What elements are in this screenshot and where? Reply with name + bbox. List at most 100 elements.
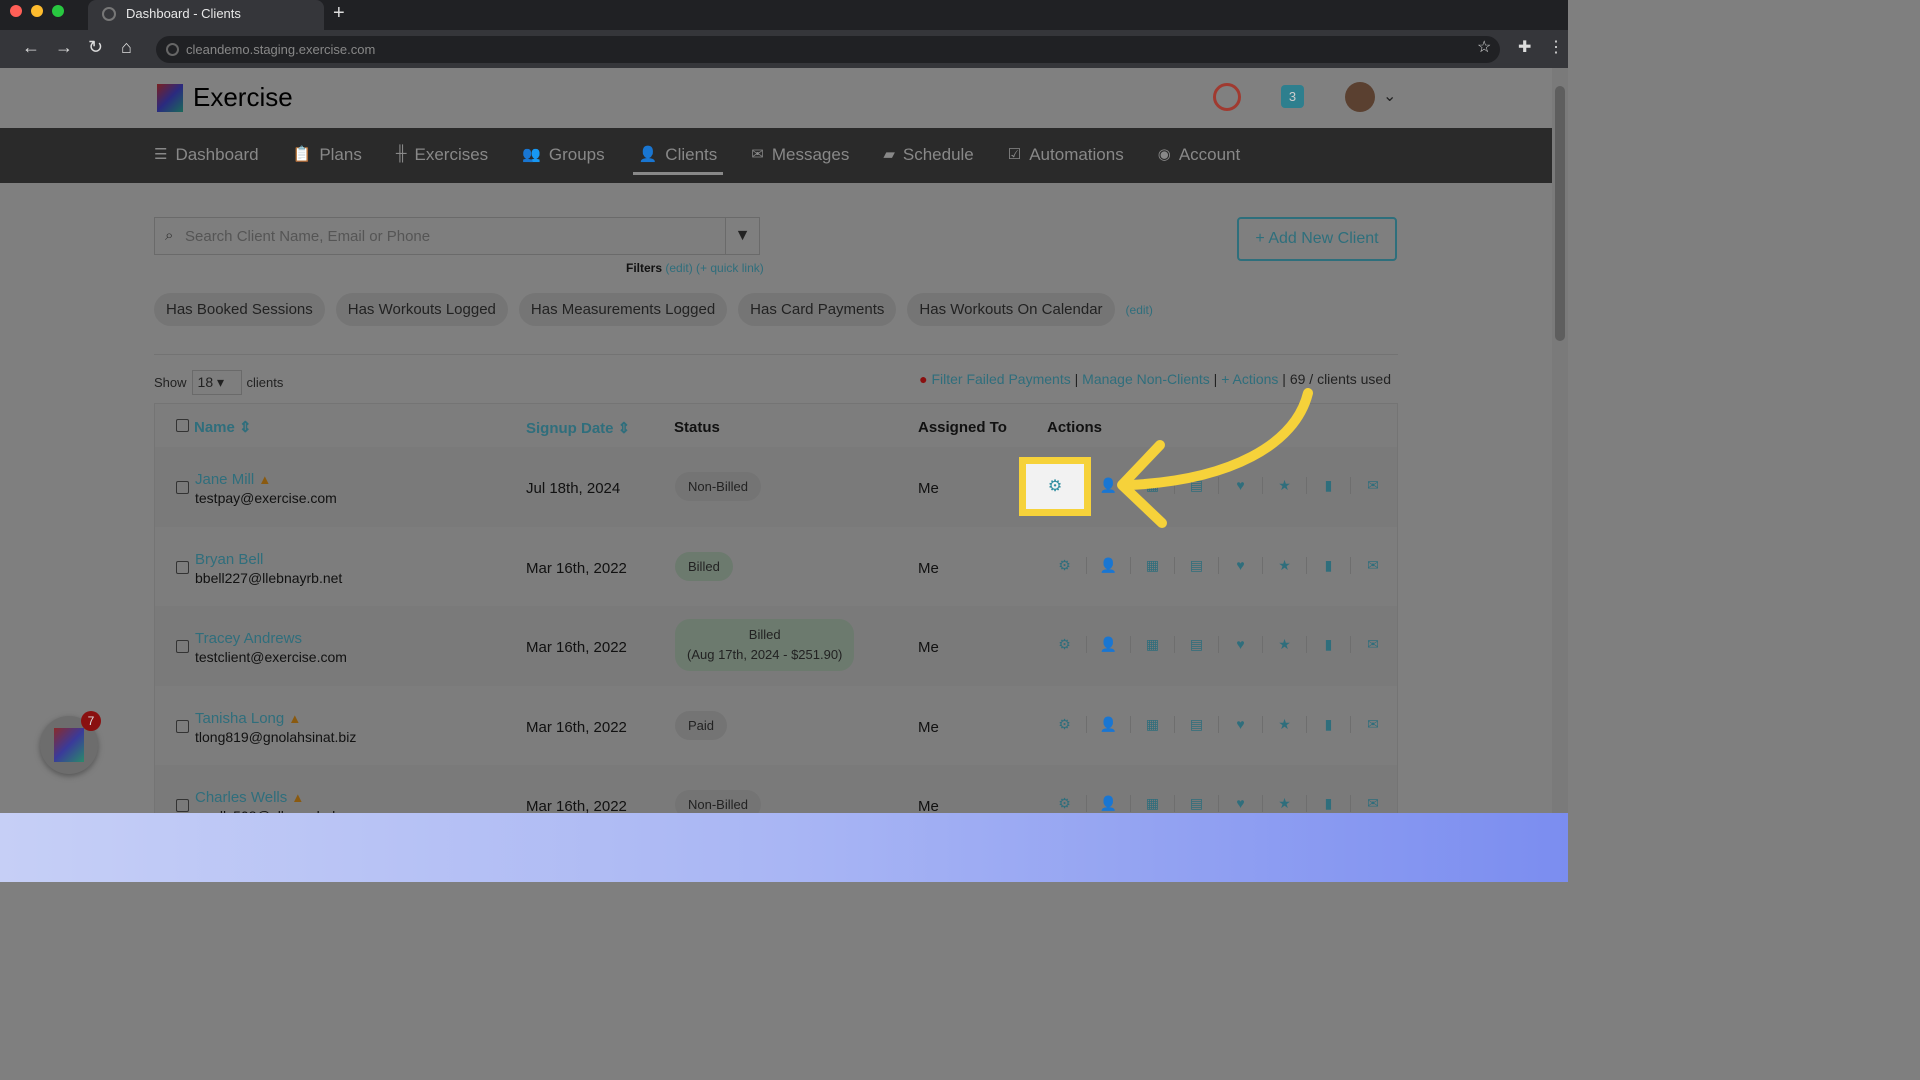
client-name-link[interactable]: Charles Wells bbox=[195, 789, 287, 806]
chevron-down-icon[interactable]: ⌄ bbox=[1383, 86, 1396, 106]
maximize-window-button[interactable] bbox=[52, 5, 64, 17]
client-name-link[interactable]: Bryan Bell bbox=[195, 551, 263, 568]
row-checkbox[interactable] bbox=[176, 560, 189, 574]
star-icon[interactable]: ☆ bbox=[1477, 37, 1491, 57]
client-name-link[interactable]: Tanisha Long bbox=[195, 710, 284, 727]
bar-chart-icon[interactable]: ▮ bbox=[1307, 715, 1351, 733]
heartbeat-icon[interactable]: ♥ bbox=[1219, 636, 1263, 653]
star-icon[interactable]: ★ bbox=[1263, 715, 1307, 733]
reload-icon[interactable]: ↻ bbox=[88, 37, 103, 58]
page-size-select[interactable]: 18 ▾ bbox=[191, 370, 242, 395]
scrollbar[interactable] bbox=[1552, 68, 1568, 813]
filter-chip[interactable]: Has Card Payments bbox=[738, 293, 897, 326]
star-icon[interactable]: ★ bbox=[1263, 636, 1307, 653]
page-size-control: Show 18 ▾ clients bbox=[154, 370, 283, 395]
file-icon[interactable]: ▤ bbox=[1175, 556, 1219, 574]
avatar[interactable] bbox=[1345, 82, 1375, 112]
nav-plans[interactable]: 📋 Plans bbox=[293, 128, 362, 183]
minimize-window-button[interactable] bbox=[31, 5, 43, 17]
row-checkbox[interactable] bbox=[176, 640, 189, 653]
row-actions: ⚙👤▦▤♥★▮✉ bbox=[1043, 715, 1395, 733]
filters-edit-link[interactable]: (edit) bbox=[665, 261, 692, 275]
filter-chip[interactable]: Has Booked Sessions bbox=[154, 293, 325, 326]
file-icon[interactable]: ▤ bbox=[1175, 795, 1219, 812]
calendar-icon[interactable]: ▦ bbox=[1131, 556, 1175, 574]
browser-tab[interactable]: Dashboard - Clients bbox=[88, 0, 324, 30]
heartbeat-icon[interactable]: ♥ bbox=[1219, 715, 1263, 733]
bar-chart-icon[interactable]: ▮ bbox=[1307, 795, 1351, 812]
row-actions: ⚙👤▦▤♥★▮✉ bbox=[1043, 636, 1395, 653]
column-name[interactable]: Name ⇕ bbox=[194, 418, 252, 436]
star-icon[interactable]: ★ bbox=[1263, 556, 1307, 574]
envelope-icon[interactable]: ✉ bbox=[1351, 716, 1395, 733]
heartbeat-icon[interactable]: ♥ bbox=[1219, 556, 1263, 574]
extensions-icon[interactable]: ✚ bbox=[1518, 37, 1531, 57]
nav-schedule[interactable]: ▰ Schedule bbox=[883, 128, 973, 183]
nav-clients[interactable]: 👤 Clients bbox=[632, 128, 724, 175]
envelope-icon[interactable]: ✉ bbox=[1351, 557, 1395, 574]
back-icon[interactable]: ← bbox=[22, 37, 40, 58]
row-checkbox[interactable] bbox=[176, 799, 189, 812]
user-icon[interactable]: 👤 bbox=[1087, 715, 1131, 733]
nav-exercises[interactable]: ╫ Exercises bbox=[396, 128, 488, 183]
show-label: Show bbox=[154, 375, 187, 390]
user-icon[interactable]: 👤 bbox=[1087, 795, 1131, 812]
user-icon[interactable]: 👤 bbox=[1087, 636, 1131, 653]
home-icon[interactable]: ⌂ bbox=[121, 37, 132, 58]
bar-chart-icon[interactable]: ▮ bbox=[1307, 556, 1351, 574]
browser-tab-bar: Dashboard - Clients + bbox=[0, 0, 1568, 30]
filter-icon: ▼ bbox=[734, 227, 751, 244]
close-window-button[interactable] bbox=[10, 5, 22, 17]
notification-badge[interactable]: 3 bbox=[1281, 85, 1304, 108]
gear-icon[interactable]: ⚙ bbox=[1043, 636, 1087, 653]
select-all-checkbox[interactable] bbox=[176, 419, 189, 432]
clock-icon[interactable] bbox=[1213, 83, 1241, 111]
address-bar[interactable]: cleandemo.staging.exercise.com bbox=[156, 36, 1500, 63]
client-name-link[interactable]: Jane Mill bbox=[195, 471, 254, 488]
nav-groups[interactable]: 👥 Groups bbox=[522, 128, 604, 183]
client-name-link[interactable]: Tracey Andrews bbox=[195, 630, 302, 647]
filter-chip[interactable]: Has Workouts On Calendar bbox=[907, 293, 1115, 326]
nav-automations[interactable]: ☑ Automations bbox=[1008, 128, 1124, 183]
gear-icon[interactable]: ⚙ bbox=[1043, 556, 1087, 574]
search-input[interactable]: ⌕ Search Client Name, Email or Phone bbox=[154, 217, 726, 255]
users-icon: 👥 bbox=[522, 146, 541, 163]
envelope-icon[interactable]: ✉ bbox=[1351, 795, 1395, 812]
logo[interactable] bbox=[157, 84, 183, 112]
account-circle-icon: ◉ bbox=[1157, 146, 1171, 163]
filter-failed-payments-link[interactable]: Filter Failed Payments bbox=[931, 371, 1070, 387]
chat-widget[interactable]: 7 bbox=[40, 711, 101, 774]
gear-icon[interactable]: ⚙ bbox=[1043, 715, 1087, 733]
envelope-icon[interactable]: ✉ bbox=[1351, 636, 1395, 653]
row-checkbox[interactable] bbox=[176, 719, 189, 733]
add-new-client-button[interactable]: + Add New Client bbox=[1237, 217, 1397, 261]
quick-link[interactable]: (+ quick link) bbox=[696, 261, 764, 275]
client-email: testpay@exercise.com bbox=[195, 490, 337, 506]
star-icon[interactable]: ★ bbox=[1263, 795, 1307, 812]
heartbeat-icon[interactable]: ♥ bbox=[1219, 795, 1263, 812]
highlighted-settings-gear-icon[interactable]: ⚙ bbox=[1019, 457, 1091, 516]
nav-messages[interactable]: ✉ Messages bbox=[751, 128, 849, 183]
chips-edit-link[interactable]: (edit) bbox=[1126, 303, 1153, 317]
nav-dashboard[interactable]: ☰ Dashboard bbox=[154, 128, 259, 183]
new-tab-button[interactable]: + bbox=[333, 2, 345, 25]
row-checkbox[interactable] bbox=[176, 481, 189, 494]
gear-icon[interactable]: ⚙ bbox=[1043, 795, 1087, 812]
column-signup-date[interactable]: Signup Date ⇕ bbox=[526, 419, 630, 437]
forward-icon[interactable]: → bbox=[55, 37, 73, 58]
bar-chart-icon[interactable]: ▮ bbox=[1307, 636, 1351, 653]
envelope-icon[interactable]: ✉ bbox=[1351, 477, 1395, 494]
calendar-icon[interactable]: ▦ bbox=[1131, 795, 1175, 812]
filter-button[interactable]: ▼ bbox=[725, 217, 760, 255]
filter-chip[interactable]: Has Measurements Logged bbox=[518, 293, 728, 326]
calendar-icon[interactable]: ▦ bbox=[1131, 636, 1175, 653]
file-icon[interactable]: ▤ bbox=[1175, 636, 1219, 653]
brand-name[interactable]: Exercise bbox=[193, 82, 293, 113]
file-icon[interactable]: ▤ bbox=[1175, 715, 1219, 733]
scrollbar-thumb[interactable] bbox=[1555, 86, 1565, 341]
user-icon[interactable]: 👤 bbox=[1087, 556, 1131, 574]
menu-icon[interactable]: ⋮ bbox=[1548, 37, 1564, 57]
filter-chip[interactable]: Has Workouts Logged bbox=[335, 293, 508, 326]
nav-account[interactable]: ◉ Account bbox=[1158, 128, 1241, 183]
calendar-icon[interactable]: ▦ bbox=[1131, 715, 1175, 733]
